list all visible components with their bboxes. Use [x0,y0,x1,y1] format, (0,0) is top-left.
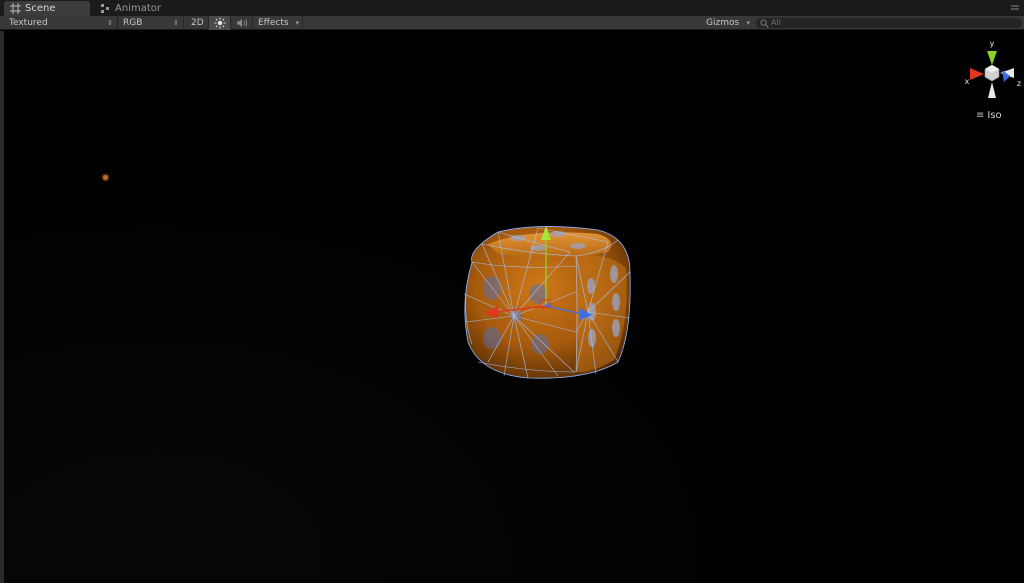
dice-model[interactable] [458,222,638,382]
toggle-2d-button[interactable]: 2D [186,16,209,30]
effects-label: Effects [258,18,289,28]
audio-toggle-button[interactable] [231,16,253,30]
render-mode-value: RGB [123,18,143,28]
neg-y-cone-icon[interactable] [988,82,996,98]
y-axis-cone-icon[interactable] [987,51,997,65]
draw-mode-dropdown[interactable]: Textured ⇕ [4,16,118,30]
grid-icon [10,3,21,14]
gizmos-label: Gizmos [706,18,740,28]
tab-scene-label: Scene [25,3,56,14]
menu-lines-icon: ≡ [976,110,985,121]
speaker-icon [237,19,248,27]
dropdown-arrow-icon: ▾ [746,19,750,27]
light-gizmo-icon[interactable] [103,175,108,180]
animator-icon [101,4,109,13]
sun-icon [214,17,226,29]
projection-label: Iso [987,110,1002,121]
updown-arrow-icon: ⇕ [107,19,113,27]
updown-arrow-icon: ⇕ [173,19,179,27]
scene-orientation-gizmo[interactable]: y x z [960,38,1024,104]
tab-animator[interactable]: Animator [94,1,174,16]
editor-tab-bar: Scene Animator [0,0,1024,17]
axis-z-label: z [1017,79,1021,88]
projection-toggle[interactable]: ≡ Iso [976,110,1002,121]
draw-mode-value: Textured [9,18,48,28]
x-axis-cone-icon[interactable] [970,68,984,80]
axis-y-label: y [990,39,995,48]
dropdown-arrow-icon: ▾ [295,19,299,27]
render-mode-dropdown[interactable]: RGB ⇕ [118,16,184,30]
window-menu-icon[interactable] [1010,3,1020,13]
tab-animator-label: Animator [115,3,161,14]
effects-dropdown[interactable]: Effects ▾ [253,16,303,30]
axis-x-label: x [965,77,970,86]
search-icon [760,19,769,28]
lighting-toggle-button[interactable] [209,16,231,30]
toggle-2d-label: 2D [191,18,204,28]
scene-search-input[interactable]: All [756,18,1022,28]
gizmos-dropdown[interactable]: Gizmos ▾ [701,16,753,30]
tab-scene[interactable]: Scene [4,1,90,16]
search-placeholder: All [771,18,781,27]
scene-toolbar: Textured ⇕ RGB ⇕ 2D Effects ▾ Gizmos ▾ A… [0,16,1024,30]
